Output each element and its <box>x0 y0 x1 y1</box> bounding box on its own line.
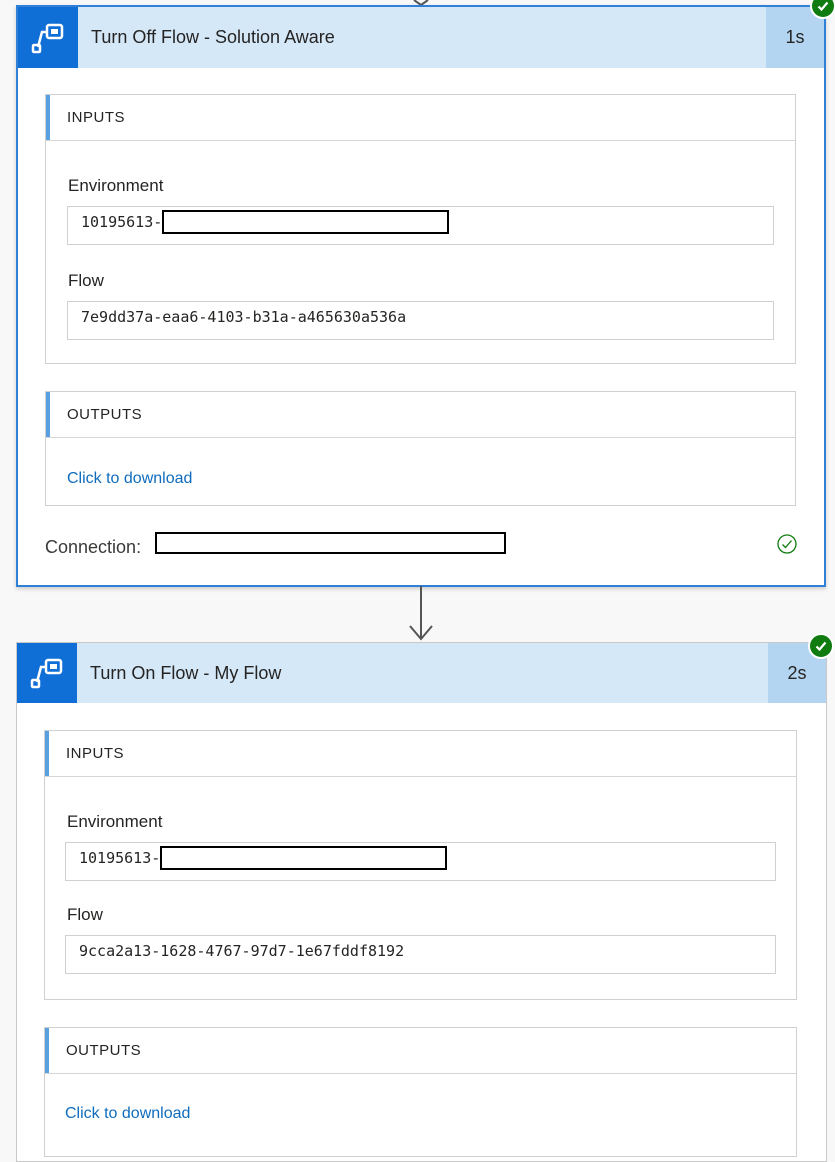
connection-ok-icon <box>777 534 797 554</box>
inputs-section-header[interactable]: INPUTS <box>46 95 795 141</box>
success-check-icon <box>808 633 834 659</box>
action-card-header[interactable]: Turn Off Flow - Solution Aware 1s <box>18 7 824 68</box>
environment-value: 10195613- <box>81 213 163 231</box>
environment-field: 10195613- <box>65 842 776 881</box>
inputs-heading: INPUTS <box>67 109 126 126</box>
outputs-section: OUTPUTS Click to download <box>45 391 796 506</box>
inputs-section-header[interactable]: INPUTS <box>45 731 796 777</box>
action-title: Turn On Flow - My Flow <box>90 662 282 683</box>
redacted-block <box>160 846 448 870</box>
inputs-section: INPUTS Environment 10195613- Flow 9cca2a… <box>44 730 797 1000</box>
redacted-connection-name <box>155 532 506 554</box>
power-automate-flow-icon <box>18 7 78 68</box>
redacted-block <box>162 210 450 234</box>
outputs-heading: OUTPUTS <box>66 1042 142 1059</box>
action-card-header[interactable]: Turn On Flow - My Flow 2s <box>17 643 826 703</box>
environment-label: Environment <box>67 812 163 831</box>
action-card-turn-off-flow[interactable]: Turn Off Flow - Solution Aware 1s INPUTS… <box>16 0 835 587</box>
outputs-heading: OUTPUTS <box>67 406 143 423</box>
down-arrow-icon <box>409 586 433 641</box>
environment-field: 10195613- <box>67 206 774 245</box>
outputs-section-header[interactable]: OUTPUTS <box>45 1028 796 1074</box>
connection-label: Connection: <box>45 537 142 557</box>
outputs-section: OUTPUTS Click to download <box>44 1027 797 1157</box>
flow-id-field: 7e9dd37a-eaa6-4103-b31a-a465630a536a <box>67 301 774 340</box>
flow-label: Flow <box>67 905 103 924</box>
inputs-section: INPUTS Environment 10195613- Flow 7e9dd3… <box>45 94 796 364</box>
flow-id-value: 9cca2a13-1628-4767-97d7-1e67fddf8192 <box>79 942 405 960</box>
inputs-heading: INPUTS <box>66 745 125 762</box>
outputs-section-header[interactable]: OUTPUTS <box>46 392 795 438</box>
power-automate-flow-icon <box>17 643 77 703</box>
environment-label: Environment <box>68 176 164 195</box>
click-to-download-link[interactable]: Click to download <box>67 470 192 488</box>
action-title: Turn Off Flow - Solution Aware <box>91 27 335 47</box>
flow-id-value: 7e9dd37a-eaa6-4103-b31a-a465630a536a <box>81 308 407 326</box>
environment-value: 10195613- <box>79 849 161 867</box>
click-to-download-link[interactable]: Click to download <box>65 1105 190 1123</box>
action-card-turn-on-flow[interactable]: Turn On Flow - My Flow 2s INPUTS Environ… <box>16 633 834 1162</box>
flow-label: Flow <box>68 271 104 290</box>
flow-id-field: 9cca2a13-1628-4767-97d7-1e67fddf8192 <box>65 935 776 974</box>
